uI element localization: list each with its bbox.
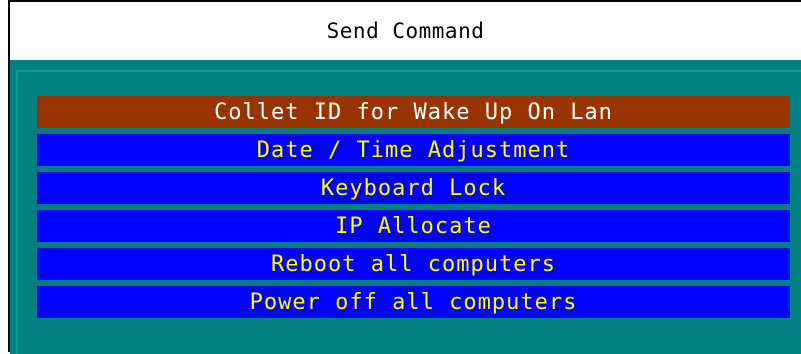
- menu-item-collect-id-wake-on-lan[interactable]: Collet ID for Wake Up On Lan: [37, 96, 790, 128]
- panel-inset-left-edge: [16, 70, 18, 354]
- title-bar: Send Command: [10, 2, 801, 60]
- menu-item-reboot-all-computers[interactable]: Reboot all computers: [37, 248, 790, 280]
- command-panel: Collet ID for Wake Up On Lan Date / Time…: [10, 60, 801, 354]
- panel-inset-top-edge: [16, 70, 801, 72]
- menu-item-keyboard-lock[interactable]: Keyboard Lock: [37, 172, 790, 204]
- send-command-window: Send Command Collet ID for Wake Up On La…: [8, 0, 801, 354]
- window-title: Send Command: [326, 19, 485, 43]
- menu-item-power-off-all-computers[interactable]: Power off all computers: [37, 286, 790, 318]
- menu-item-ip-allocate[interactable]: IP Allocate: [37, 210, 790, 242]
- command-menu: Collet ID for Wake Up On Lan Date / Time…: [37, 96, 790, 318]
- menu-item-date-time-adjustment[interactable]: Date / Time Adjustment: [37, 134, 790, 166]
